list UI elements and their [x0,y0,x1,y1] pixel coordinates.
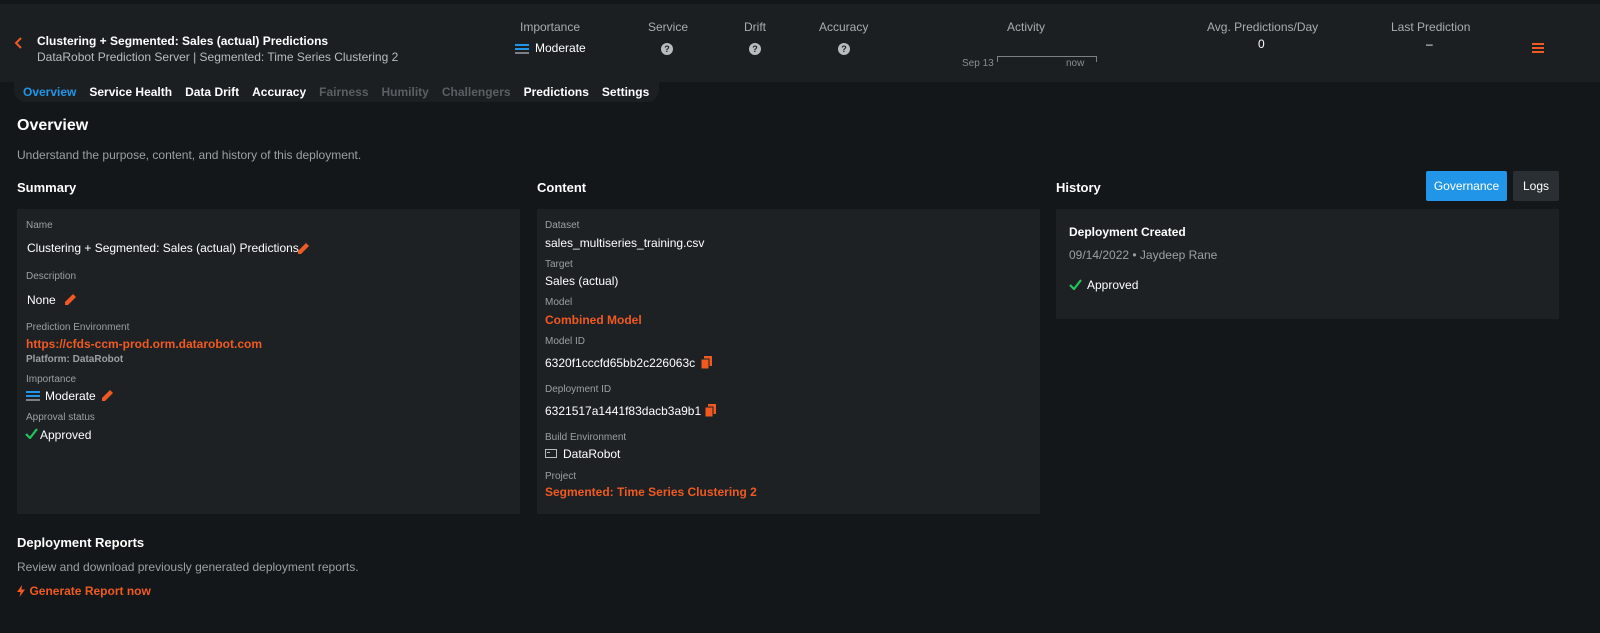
name-value: Clustering + Segmented: Sales (actual) P… [27,241,299,255]
target-label: Target [545,259,573,270]
deployment-id-label: Deployment ID [545,384,612,395]
history-event-meta: 09/14/2022 • Jaydeep Rane [1069,248,1218,262]
avg-predictions-header: Avg. Predictions/Day [1207,20,1319,34]
last-prediction-header: Last Prediction [1391,20,1471,34]
check-icon [1069,279,1082,290]
tab-settings[interactable]: Settings [602,85,649,99]
summary-heading: Summary [17,180,77,195]
service-header: Service [648,20,689,34]
importance-bars-icon [26,391,40,401]
avg-predictions-value: 0 [1258,37,1265,51]
server-icon [545,449,557,458]
model-label: Model [545,297,573,308]
generate-report-button[interactable]: Generate Report now [17,582,151,600]
build-environment-value: DataRobot [563,447,621,461]
tab-humility[interactable]: Humility [382,85,429,99]
tab-challengers[interactable]: Challengers [442,85,511,99]
content-panel: Dataset sales_multiseries_training.csv T… [537,209,1040,514]
deployment-subtitle: DataRobot Prediction Server | Segmented:… [37,50,399,64]
target-value: Sales (actual) [545,274,619,288]
tab-data-drift[interactable]: Data Drift [185,85,239,99]
tab-fairness[interactable]: Fairness [319,85,368,99]
activity-header: Activity [1007,20,1046,34]
history-event-title: Deployment Created [1069,225,1186,239]
name-label: Name [26,220,53,231]
copy-model-id-icon[interactable] [701,356,712,369]
check-icon [25,428,38,439]
activity-end-label: now [1066,58,1085,69]
accuracy-help-icon[interactable]: ? [838,43,850,55]
history-event-status: Approved [1087,278,1139,292]
project-label: Project [545,471,577,482]
logs-button[interactable]: Logs [1513,171,1559,201]
copy-deployment-id-icon[interactable] [705,404,716,417]
deployment-reports-description: Review and download previously generated… [17,560,359,574]
tab-overview[interactable]: Overview [23,85,76,99]
approval-status-label: Approval status [26,412,95,423]
description-label: Description [26,271,77,282]
importance-indicator[interactable]: Moderate [515,41,586,55]
prediction-environment-label: Prediction Environment [26,322,130,333]
importance-value: Moderate [535,41,586,55]
importance-bars-icon [515,43,529,54]
dataset-value: sales_multiseries_training.csv [545,236,705,250]
model-id-label: Model ID [545,336,586,347]
generate-report-label: Generate Report now [29,583,151,598]
page-title: Overview [17,117,89,134]
description-value: None [27,293,56,307]
importance-label: Importance [26,374,77,385]
accuracy-header: Accuracy [819,20,869,34]
drift-help-icon[interactable]: ? [749,43,761,55]
page-description: Understand the purpose, content, and his… [17,148,362,162]
hamburger-menu-icon[interactable] [1532,43,1544,53]
summary-panel: Name Clustering + Segmented: Sales (actu… [17,209,520,514]
tab-service-health[interactable]: Service Health [89,85,172,99]
history-heading: History [1056,180,1101,195]
prediction-environment-link[interactable]: https://cfds-ccm-prod.orm.datarobot.com [26,337,262,351]
activity-start-label: Sep 13 [962,58,994,69]
deployment-reports-heading: Deployment Reports [17,535,145,550]
edit-name-pencil-icon[interactable] [297,242,310,255]
deployment-header: Clustering + Segmented: Sales (actual) P… [0,4,1600,82]
service-help-icon[interactable]: ? [661,43,673,55]
dataset-label: Dataset [545,220,580,231]
history-panel: Deployment Created 09/14/2022 • Jaydeep … [1056,209,1559,319]
governance-button[interactable]: Governance [1426,171,1507,201]
project-link[interactable]: Segmented: Time Series Clustering 2 [545,485,757,499]
model-link[interactable]: Combined Model [545,313,642,327]
edit-importance-pencil-icon[interactable] [101,389,114,402]
importance-header: Importance [520,20,581,34]
drift-header: Drift [744,20,766,34]
build-environment-label: Build Environment [545,432,627,443]
chevron-left-icon[interactable] [12,36,26,50]
importance-value: Moderate [45,389,96,403]
platform-label: Platform: DataRobot [26,354,124,365]
deployment-tabs: Overview Service Health Data Drift Accur… [14,82,660,102]
approval-status-value: Approved [40,428,92,442]
model-id-value: 6320f1cccfd65bb2c226063c [545,356,696,370]
deployment-id-value: 6321517a1441f83dacb3a9b1 [545,404,702,418]
tab-predictions[interactable]: Predictions [524,85,589,99]
content-heading: Content [537,180,587,195]
lightning-icon [17,584,25,597]
tab-accuracy[interactable]: Accuracy [252,85,306,99]
deployment-title: Clustering + Segmented: Sales (actual) P… [37,34,329,48]
last-prediction-value: – [1426,37,1433,51]
edit-description-pencil-icon[interactable] [64,293,77,306]
